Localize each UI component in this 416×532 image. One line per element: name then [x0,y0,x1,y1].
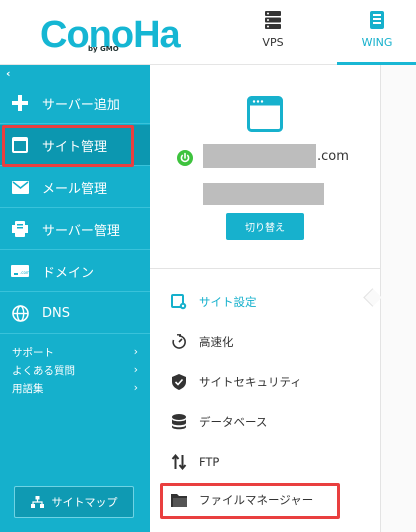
divider [150,268,380,269]
server-icon [264,10,282,30]
shield-icon [170,373,188,391]
sidebar-link-label: サポート [12,346,54,359]
globe-icon [10,303,30,323]
sidebar-link-label: 用語集 [12,382,44,395]
menu-item-speed[interactable]: 高速化 [170,330,370,354]
chevron-right-icon: › [133,346,138,358]
domain-icon: .com [10,261,30,281]
sidebar-sublinks: サポート › よくある質問 › 用語集 › [12,343,138,397]
sitemap-button[interactable]: サイトマップ [14,486,134,518]
mail-icon [10,177,30,197]
sidebar-link-support[interactable]: サポート › [12,343,138,361]
site-settings-icon [170,293,188,311]
highlight-site-management [2,125,134,167]
power-status-icon [177,150,193,166]
sidebar-item-server-management[interactable]: サーバー管理 [0,209,150,250]
right-content-area [381,65,416,532]
menu-item-label: データベース [199,415,268,429]
tab-wing-label: WING [361,36,393,49]
svg-text:.com: .com [20,270,29,275]
tab-vps[interactable]: VPS [233,0,313,64]
plus-icon [10,93,30,113]
top-header: ConoHa by GMO VPS WING [0,0,416,65]
site-window-icon [247,96,283,132]
menu-item-site-security[interactable]: サイトセキュリティ [170,370,370,394]
sitemap-label: サイトマップ [51,496,118,509]
sidebar-link-faq[interactable]: よくある質問 › [12,361,138,379]
transfer-icon [170,453,188,471]
chevron-right-icon: › [133,382,138,394]
menu-item-label: サイト設定 [199,295,257,309]
server-manage-icon [10,219,30,239]
menu-item-label: FTP [199,455,220,469]
sidebar-link-glossary[interactable]: 用語集 › [12,379,138,397]
sidebar-item-domain[interactable]: .com ドメイン [0,251,150,292]
sidebar-item-label: サーバー追加 [42,97,120,113]
tab-wing[interactable]: WING [337,0,416,65]
menu-item-label: 高速化 [199,335,234,349]
switch-site-button[interactable]: 切り替え [226,213,304,240]
domain-suffix: .com [317,149,349,164]
menu-item-database[interactable]: データベース [170,410,370,434]
sidebar-item-mail-management[interactable]: メール管理 [0,167,150,208]
site-info-redacted [203,183,324,205]
sidebar-item-dns[interactable]: DNS [0,293,150,334]
highlight-file-manager [160,483,340,519]
chevron-right-icon: › [133,364,138,376]
sidebar-item-add-server[interactable]: サーバー追加 [0,83,150,124]
database-icon [170,413,188,431]
domain-name-redacted [203,144,316,168]
collapse-sidebar-icon[interactable]: ‹ [6,67,11,80]
sitemap-icon [30,496,44,508]
sidebar-item-label: サーバー管理 [42,223,120,239]
conoha-logo[interactable]: ConoHa by GMO [40,14,181,56]
logo-sub: by GMO [88,45,119,53]
menu-item-site-settings[interactable]: サイト設定 [170,290,370,314]
wing-icon [368,10,386,30]
sidebar-link-label: よくある質問 [12,364,75,377]
menu-item-label: サイトセキュリティ [199,375,302,389]
tab-vps-label: VPS [262,36,284,49]
menu-item-ftp[interactable]: FTP [170,450,370,474]
sidebar-item-label: ドメイン [42,265,95,281]
sidebar-item-label: メール管理 [42,181,108,197]
sidebar-item-label: DNS [42,305,70,321]
speed-icon [170,333,188,351]
